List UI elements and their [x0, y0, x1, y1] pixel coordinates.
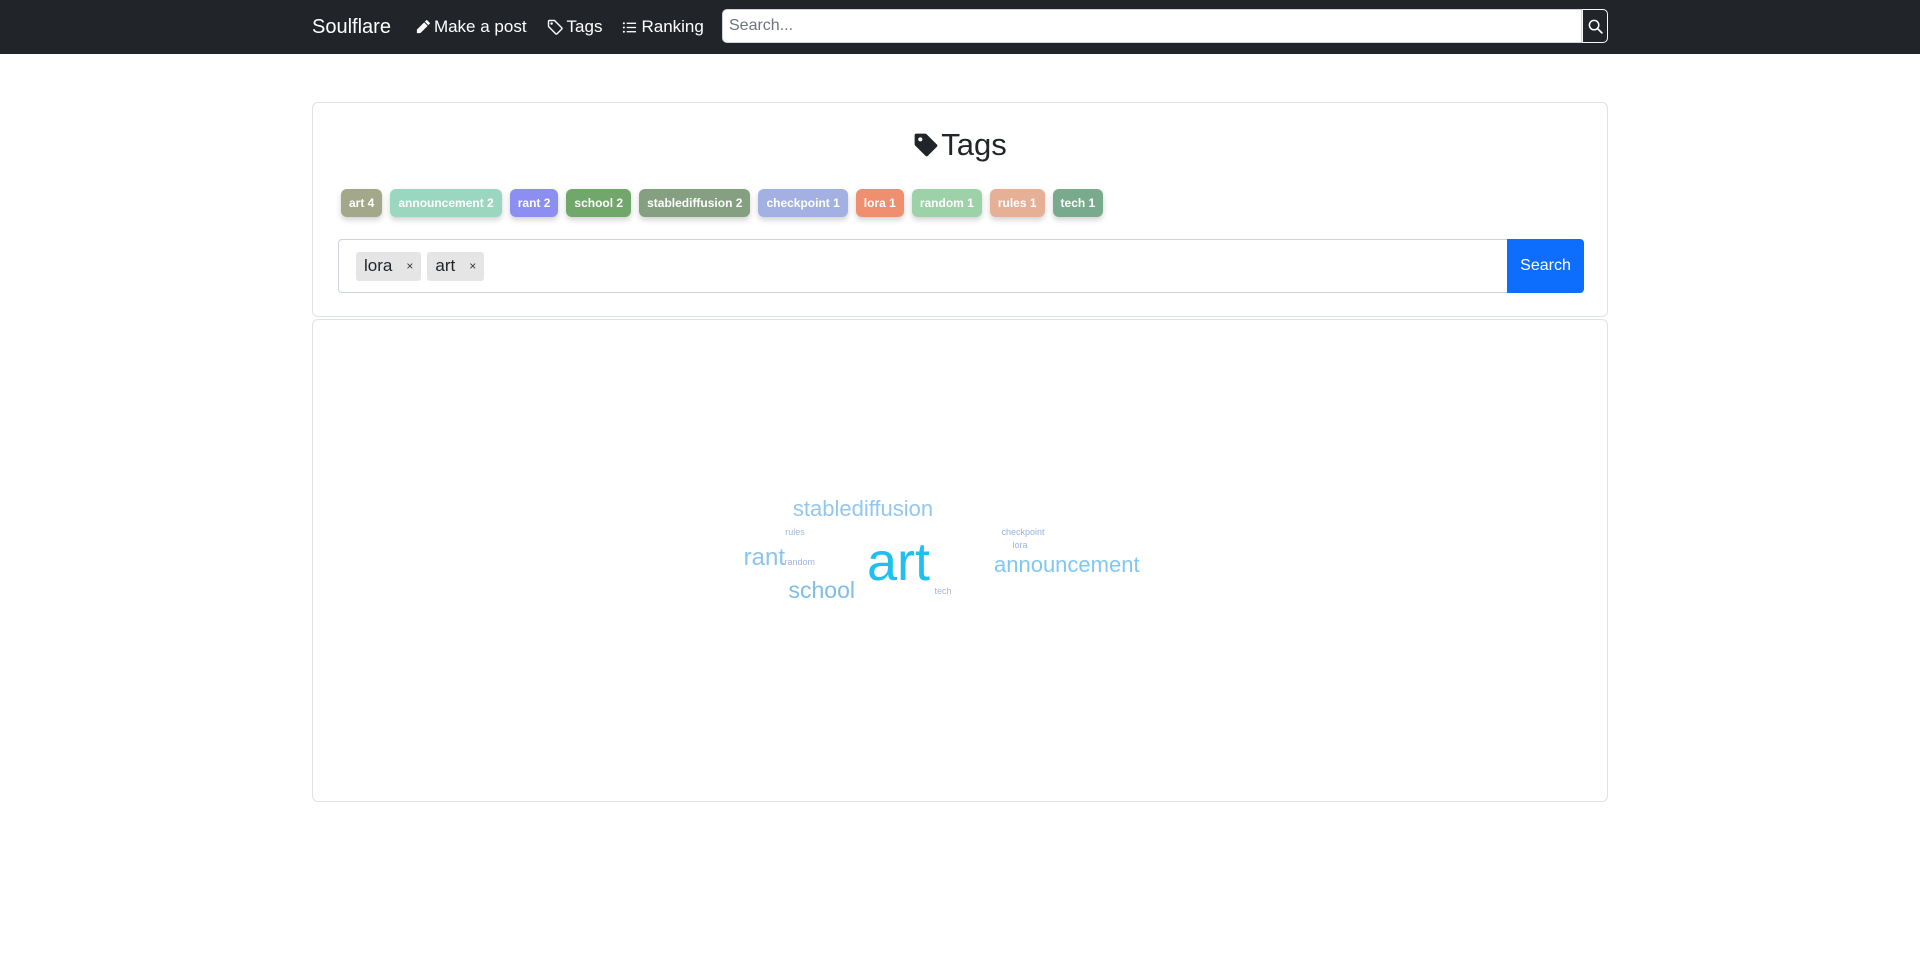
word-cloud-word[interactable]: tech [934, 586, 951, 596]
pencil-icon [416, 19, 430, 33]
tag-badge[interactable]: rant 2 [509, 189, 559, 217]
nav-make-post[interactable]: Make a post [415, 17, 527, 37]
tags-heading: Tags [313, 127, 1607, 163]
word-cloud-word[interactable]: announcement [994, 552, 1140, 577]
nav-search-input[interactable] [722, 9, 1582, 43]
nav-search-button[interactable] [1582, 9, 1608, 43]
nav-ranking-label: Ranking [641, 17, 704, 36]
tag-filter-input[interactable]: lora × art × [338, 239, 1507, 293]
word-cloud-word[interactable]: random [784, 557, 815, 567]
tag-badge-list: art 4 announcement 2 rant 2 school 2 stabled… [341, 189, 1111, 217]
tag-badge[interactable]: checkpoint 1 [758, 189, 848, 217]
tag-icon [914, 133, 938, 157]
nav-make-post-label: Make a post [433, 17, 527, 36]
tag-badge[interactable]: stablediffusion 2 [639, 189, 751, 217]
tags-title: Tags [941, 127, 1007, 162]
navbar-inner: Soulflare Make a post Tags Ranking Searc… [312, 0, 1608, 54]
navbar: Soulflare Make a post Tags Ranking Searc… [0, 0, 1920, 54]
tag-badge[interactable]: announcement 2 [390, 189, 502, 217]
tag-icon [547, 19, 563, 35]
search-icon [1588, 19, 1603, 34]
tags-card: Tags art 4 announcement 2 rant 2 school 2st… [312, 102, 1608, 317]
nav-tags[interactable]: Tags [547, 17, 603, 37]
selected-tag-chip[interactable]: art × [427, 251, 485, 281]
selected-tag-label: art [435, 256, 456, 275]
word-cloud-word[interactable]: art [867, 532, 930, 592]
word-cloud-word[interactable]: school [789, 577, 855, 603]
nav-ranking[interactable]: Ranking [622, 17, 704, 37]
word-cloud-word[interactable]: lora [1012, 540, 1027, 550]
tag-search-button[interactable]: Search [1507, 239, 1584, 293]
tag-badge[interactable]: tech 1 [1052, 189, 1104, 217]
word-cloud-word[interactable]: stablediffusion [793, 496, 933, 521]
tag-badge[interactable]: rules 1 [989, 189, 1045, 217]
word-cloud-card: stablediffusion rules checkpoint lora rant ar… [312, 319, 1608, 802]
selected-tag-chip[interactable]: lora × [356, 251, 422, 281]
tag-badge[interactable]: school 2 [566, 189, 632, 217]
word-cloud-word[interactable]: rules [785, 527, 805, 537]
brand-link[interactable]: Soulflare [312, 16, 391, 39]
remove-tag-icon[interactable]: × [406, 259, 413, 273]
nav-search-group [722, 9, 1608, 43]
tag-badge[interactable]: art 4 [341, 189, 383, 217]
nav-tags-label: Tags [566, 17, 603, 36]
list-icon [623, 21, 637, 33]
word-cloud-word[interactable]: checkpoint [1001, 527, 1045, 537]
selected-tag-label: lora [364, 256, 393, 275]
remove-tag-icon[interactable]: × [469, 259, 476, 273]
tag-badge[interactable]: lora 1 [855, 189, 904, 217]
word-cloud-word[interactable]: rant [744, 544, 786, 571]
word-cloud: stablediffusion rules checkpoint lora rant ar… [744, 496, 1140, 603]
tag-badge[interactable]: random 1 [911, 189, 982, 217]
tag-filter-group: lora × art × Search [338, 238, 1584, 294]
